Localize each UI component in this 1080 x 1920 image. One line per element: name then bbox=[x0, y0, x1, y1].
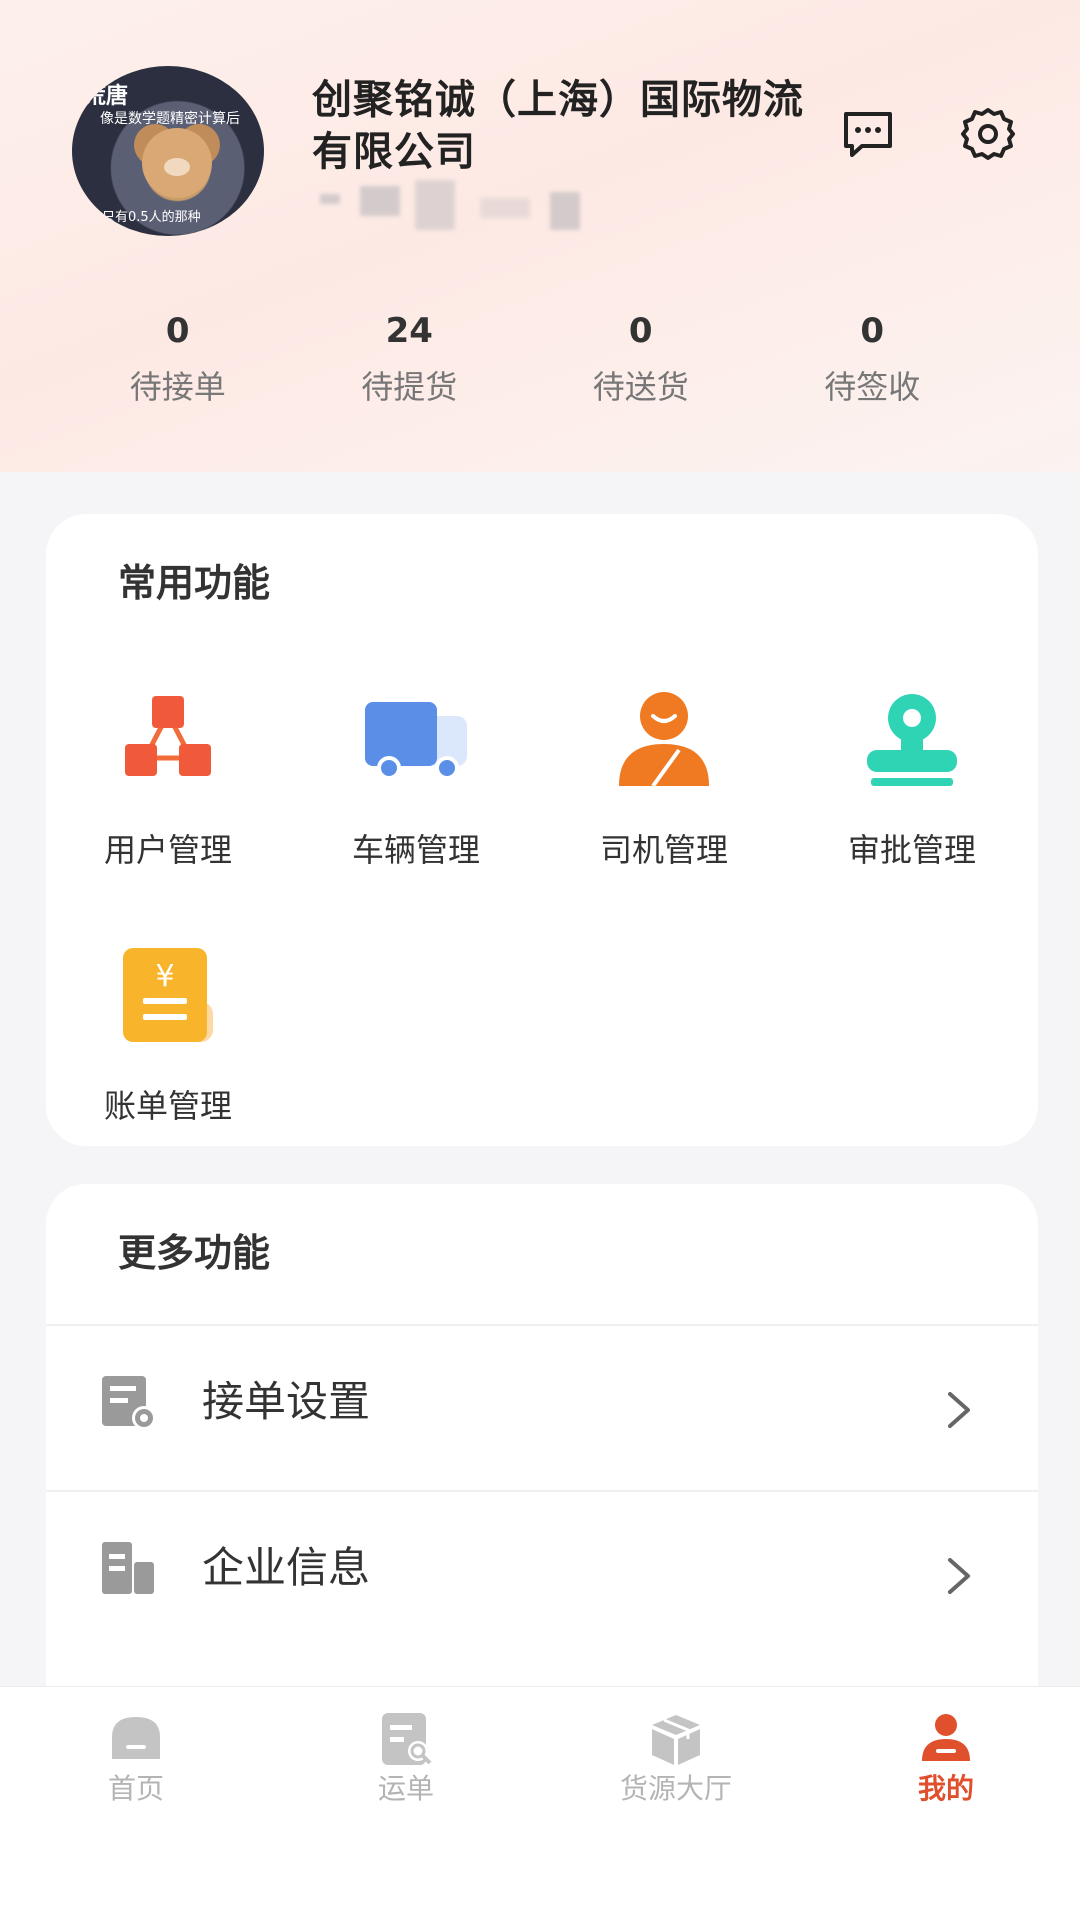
vehicle-management-button[interactable]: 车辆管理 bbox=[316, 686, 516, 870]
company-info-row[interactable]: 企业信息 bbox=[46, 1490, 1038, 1656]
gear-icon[interactable] bbox=[958, 104, 1018, 164]
section-title: 常用功能 bbox=[118, 561, 271, 605]
nav-home[interactable]: 首页 bbox=[36, 1711, 236, 1807]
cargo-box-icon bbox=[648, 1711, 704, 1767]
chevron-right-icon bbox=[944, 1388, 974, 1432]
nav-cargo-hall[interactable]: 货源大厅 bbox=[576, 1711, 776, 1807]
stat-value: 0 bbox=[165, 311, 190, 351]
waybill-icon bbox=[378, 1711, 434, 1767]
stat-pending-sign[interactable]: 0 待签收 bbox=[757, 306, 989, 416]
function-label: 审批管理 bbox=[847, 831, 976, 869]
chevron-right-icon bbox=[944, 1554, 974, 1598]
avatar[interactable]: 荒唐 像是数学题精密计算后 只有0.5人的那种 bbox=[72, 66, 264, 236]
nav-label: 首页 bbox=[107, 1772, 164, 1805]
stat-value: 0 bbox=[628, 311, 653, 351]
stat-label: 待送货 bbox=[592, 368, 689, 406]
company-name: 创聚铭诚（上海）国际物流有限公司 bbox=[312, 77, 804, 175]
function-label: 司机管理 bbox=[599, 831, 728, 869]
bill-management-button[interactable]: ¥ 账单管理 bbox=[68, 942, 268, 1126]
row-label: 企业信息 bbox=[202, 1543, 371, 1592]
stamp-icon bbox=[857, 686, 967, 796]
function-label: 用户管理 bbox=[103, 831, 232, 869]
profile-icon bbox=[918, 1711, 974, 1767]
stat-value: 24 bbox=[385, 311, 433, 351]
profile-header: 荒唐 像是数学题精密计算后 只有0.5人的那种 创聚铭诚（上海）国际物流有限公司 bbox=[0, 0, 1080, 472]
order-settings-icon bbox=[98, 1372, 158, 1432]
common-functions-card: 常用功能 用户管理 车辆管理 司机管理 审批管理 ¥ 账单管理 bbox=[46, 514, 1038, 1146]
function-label: 车辆管理 bbox=[351, 831, 480, 869]
building-icon bbox=[98, 1538, 158, 1598]
stat-pending-pickup[interactable]: 24 待提货 bbox=[294, 306, 526, 416]
row-label: 接单设置 bbox=[202, 1377, 371, 1426]
nav-label: 运单 bbox=[377, 1772, 434, 1805]
avatar-caption-mid: 像是数学题精密计算后 bbox=[100, 111, 240, 127]
bill-icon: ¥ bbox=[113, 942, 223, 1052]
nav-label: 货源大厅 bbox=[619, 1772, 732, 1805]
message-icon[interactable] bbox=[838, 104, 898, 164]
home-icon bbox=[108, 1711, 164, 1767]
user-management-button[interactable]: 用户管理 bbox=[68, 686, 268, 870]
nav-label: 我的 bbox=[917, 1772, 974, 1805]
order-settings-row[interactable]: 接单设置 bbox=[46, 1324, 1038, 1490]
stat-pending-delivery[interactable]: 0 待送货 bbox=[525, 306, 757, 416]
more-functions-card: 更多功能 接单设置 企业信息 bbox=[46, 1184, 1038, 1704]
avatar-caption-bottom: 只有0.5人的那种 bbox=[102, 210, 201, 225]
bottom-navigation: 首页 运单 货源大厅 我的 bbox=[0, 1686, 1080, 1920]
truck-icon bbox=[361, 686, 471, 796]
bear-image bbox=[142, 128, 212, 198]
section-title: 更多功能 bbox=[118, 1231, 271, 1275]
nav-waybill[interactable]: 运单 bbox=[306, 1711, 506, 1807]
stat-label: 待接单 bbox=[129, 368, 226, 406]
driver-icon bbox=[609, 686, 719, 796]
org-structure-icon bbox=[113, 686, 223, 796]
stat-pending-accept[interactable]: 0 待接单 bbox=[62, 306, 294, 416]
stat-label: 待提货 bbox=[361, 368, 458, 406]
stat-value: 0 bbox=[860, 311, 885, 351]
order-stats: 0 待接单 24 待提货 0 待送货 0 待签收 bbox=[88, 306, 988, 416]
avatar-caption-top: 荒唐 bbox=[84, 84, 129, 109]
driver-management-button[interactable]: 司机管理 bbox=[564, 686, 764, 870]
nav-mine[interactable]: 我的 bbox=[846, 1711, 1046, 1807]
approval-management-button[interactable]: 审批管理 bbox=[812, 686, 1012, 870]
function-label: 账单管理 bbox=[103, 1087, 232, 1125]
svg-text:¥: ¥ bbox=[155, 959, 174, 994]
blurred-account-info bbox=[320, 180, 590, 240]
stat-label: 待签收 bbox=[824, 368, 921, 406]
